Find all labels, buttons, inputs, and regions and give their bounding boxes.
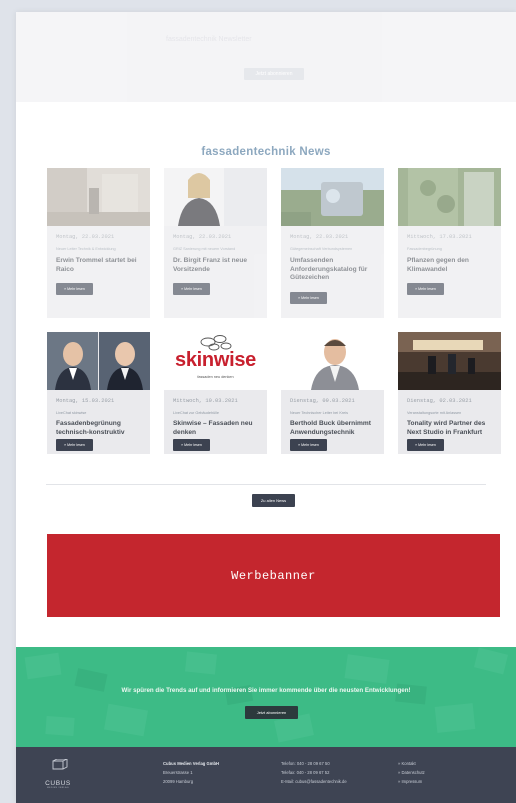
news-card-image[interactable] bbox=[398, 332, 501, 390]
footer-links: » Kontakt » Datenschutz » Impressum bbox=[398, 759, 425, 786]
news-card-date: Montag, 15.03.2021 bbox=[56, 398, 115, 404]
news-card-kicker: Neuer Leiter Technik & Entwicklung bbox=[56, 247, 116, 251]
news-card-kicker: Veranstaltungsorte mit Anlassen bbox=[407, 411, 462, 415]
footer-phone: Telefon: 040 - 28 09 67 50 bbox=[281, 761, 330, 766]
news-card[interactable]: Montag, 22.03.2021 Neuer Leiter Technik … bbox=[47, 168, 150, 318]
news-card[interactable]: Montag, 22.03.2021 Gütegemeinschaft Verb… bbox=[281, 168, 384, 318]
news-card-date: Montag, 22.03.2021 bbox=[290, 234, 349, 240]
news-card-kicker: LiveChat zur Gebäudehülle bbox=[173, 411, 220, 415]
news-card-date: Dienstag, 02.03.2021 bbox=[407, 398, 472, 404]
news-card-headline[interactable]: Umfassenden Anforderungskatalog für Güte… bbox=[290, 257, 378, 283]
newsletter-section: Wir spüren die Trends auf und informiere… bbox=[16, 647, 516, 747]
news-card[interactable]: Dienstag, 09.03.2021 Neuer Technischer L… bbox=[281, 332, 384, 454]
news-card-kicker: Fassadenbegrünung bbox=[407, 247, 442, 251]
footer-link-kontakt[interactable]: » Kontakt bbox=[398, 759, 425, 768]
ad-banner[interactable]: Werbebanner bbox=[47, 534, 500, 617]
footer-link-impressum[interactable]: » Impressum bbox=[398, 777, 425, 786]
read-more-button[interactable]: » Mehr lesen bbox=[290, 292, 327, 304]
news-card-headline[interactable]: Skinwise – Fassaden neu denken bbox=[173, 420, 261, 437]
footer-fax: Telefax: 040 - 28 09 67 52 bbox=[281, 770, 330, 775]
news-card[interactable]: Mittwoch, 17.03.2021 Fassadenbegrünung P… bbox=[398, 168, 501, 318]
news-card-headline[interactable]: Pflanzen gegen den Klimawandel bbox=[407, 257, 495, 274]
news-card-headline[interactable]: Berthold Buck übernimmt Anwendungstechni… bbox=[290, 420, 378, 437]
logo-subtext: MEDIEN VERLAG bbox=[47, 787, 69, 789]
news-card-kicker: Neuer Technischer Leiter bei Kreis bbox=[290, 411, 348, 415]
read-more-button[interactable]: » Mehr lesen bbox=[407, 283, 444, 295]
news-card-kicker: GRIZ Sanierung mit neuem Vorstand bbox=[173, 247, 236, 251]
news-card-headline[interactable]: Fassadenbegrünung technisch-konstruktiv bbox=[56, 420, 144, 437]
footer-city: 20099 Hamburg bbox=[163, 779, 194, 784]
read-more-button[interactable]: » Mehr lesen bbox=[173, 439, 210, 451]
news-card-date: Montag, 22.03.2021 bbox=[173, 234, 232, 240]
news-card-image[interactable]: skinwise fassaden neu denken bbox=[164, 332, 267, 390]
footer-contact: Telefon: 040 - 28 09 67 50 Telefax: 040 … bbox=[281, 759, 347, 786]
hero-subscribe-button[interactable]: Jetzt abonnieren bbox=[244, 68, 304, 80]
news-card[interactable]: Montag, 15.03.2021 LiveChat skinwise Fas… bbox=[47, 332, 150, 454]
news-card-headline[interactable]: Tonality wird Partner des Next Studio in… bbox=[407, 420, 495, 437]
hero-section: fassadentechnik Newsletter Jetzt abonnie… bbox=[16, 12, 516, 102]
news-card[interactable]: Dienstag, 02.03.2021 Veranstaltungsorte … bbox=[398, 332, 501, 454]
read-more-button[interactable]: » Mehr lesen bbox=[56, 283, 93, 295]
all-news-button[interactable]: Zu allen News bbox=[252, 494, 295, 507]
newsletter-subscribe-button[interactable]: Jetzt abonnieren bbox=[245, 706, 298, 719]
news-card-date: Mittwoch, 10.03.2021 bbox=[173, 398, 238, 404]
news-card-date: Dienstag, 09.03.2021 bbox=[290, 398, 355, 404]
read-more-button[interactable]: » Mehr lesen bbox=[173, 283, 210, 295]
read-more-button[interactable]: » Mehr lesen bbox=[56, 439, 93, 451]
news-card[interactable]: Montag, 22.03.2021 GRIZ Sanierung mit ne… bbox=[164, 168, 267, 318]
news-card-kicker: LiveChat skinwise bbox=[56, 411, 87, 415]
divider bbox=[46, 484, 486, 485]
news-card-date: Montag, 22.03.2021 bbox=[56, 234, 115, 240]
news-card-kicker: Gütegemeinschaft Verbundsystemen bbox=[290, 247, 353, 251]
read-more-button[interactable]: » Mehr lesen bbox=[407, 439, 444, 451]
logo-text: CUBUS bbox=[45, 780, 71, 787]
skinwise-logo: skinwise bbox=[175, 349, 256, 371]
news-card-headline[interactable]: Dr. Birgit Franz ist neue Vorsitzende bbox=[173, 257, 261, 274]
footer-address: Cubus Medien Verlag GmbH Breuerstrasse 1… bbox=[163, 759, 219, 786]
news-card-headline[interactable]: Erwin Trommel startet bei Raico bbox=[56, 257, 144, 274]
footer-email[interactable]: E-Mail: cubus@fassadentechnik.de bbox=[281, 777, 347, 786]
newsletter-text: Wir spüren die Trends auf und informiere… bbox=[121, 687, 411, 694]
news-section-title: fassadentechnik News bbox=[201, 146, 331, 158]
footer-company: Cubus Medien Verlag GmbH bbox=[163, 761, 220, 766]
footer-link-datenschutz[interactable]: » Datenschutz bbox=[398, 768, 425, 777]
hero-title: fassadentechnik Newsletter bbox=[166, 36, 252, 43]
cube-icon bbox=[52, 758, 68, 770]
news-card-image[interactable] bbox=[164, 168, 267, 226]
news-card[interactable]: skinwise fassaden neu denken Mittwoch, 1… bbox=[164, 332, 267, 454]
news-card-image[interactable] bbox=[281, 332, 384, 390]
read-more-button[interactable]: » Mehr lesen bbox=[290, 439, 327, 451]
skinwise-tagline: fassaden neu denken bbox=[197, 375, 234, 379]
news-card-image[interactable] bbox=[281, 168, 384, 226]
news-card-image[interactable] bbox=[398, 168, 501, 226]
cubus-logo[interactable]: CUBUS MEDIEN VERLAG bbox=[44, 758, 72, 789]
news-card-image[interactable] bbox=[47, 168, 150, 226]
footer-street: Breuerstrasse 1 bbox=[163, 770, 193, 775]
news-card-image[interactable] bbox=[47, 332, 150, 390]
newsletter-pattern bbox=[24, 647, 508, 743]
page: fassadentechnik Newsletter Jetzt abonnie… bbox=[16, 12, 516, 803]
ad-banner-label: Werbebanner bbox=[231, 568, 316, 583]
footer: CUBUS MEDIEN VERLAG Cubus Medien Verlag … bbox=[16, 747, 516, 803]
news-card-date: Mittwoch, 17.03.2021 bbox=[407, 234, 472, 240]
